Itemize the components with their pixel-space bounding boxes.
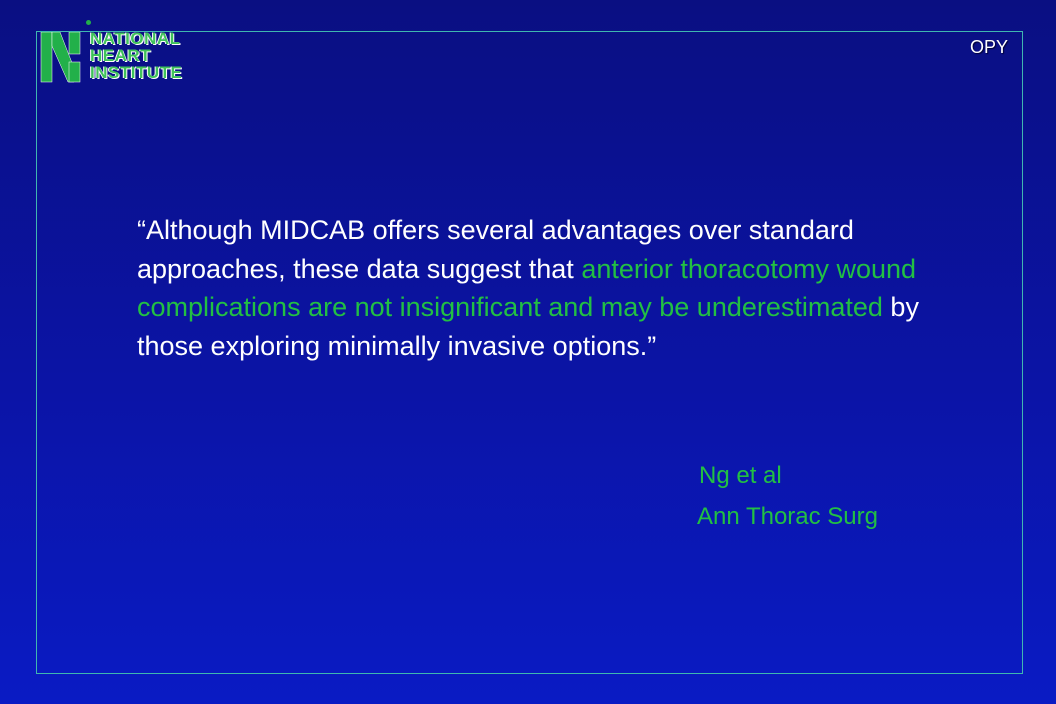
logo-wordmark: NATIONAL HEART INSTITUTE: [90, 30, 182, 81]
citation-authors: Ng et al: [699, 462, 782, 489]
citation-journal: Ann Thorac Surg: [697, 503, 878, 530]
slide-tag: OPY: [970, 37, 1009, 57]
logo-line-national: NATIONAL: [90, 29, 181, 48]
quote-text: “Although MIDCAB offers several advantag…: [137, 211, 967, 365]
logo-line-heart: HEART: [90, 46, 152, 65]
logo-mark-icon: [40, 32, 81, 83]
national-heart-institute-logo: NATIONAL HEART INSTITUTE: [40, 18, 190, 86]
logo-line-institute: INSTITUTE: [90, 63, 183, 82]
logo-dot-icon: [86, 20, 91, 25]
